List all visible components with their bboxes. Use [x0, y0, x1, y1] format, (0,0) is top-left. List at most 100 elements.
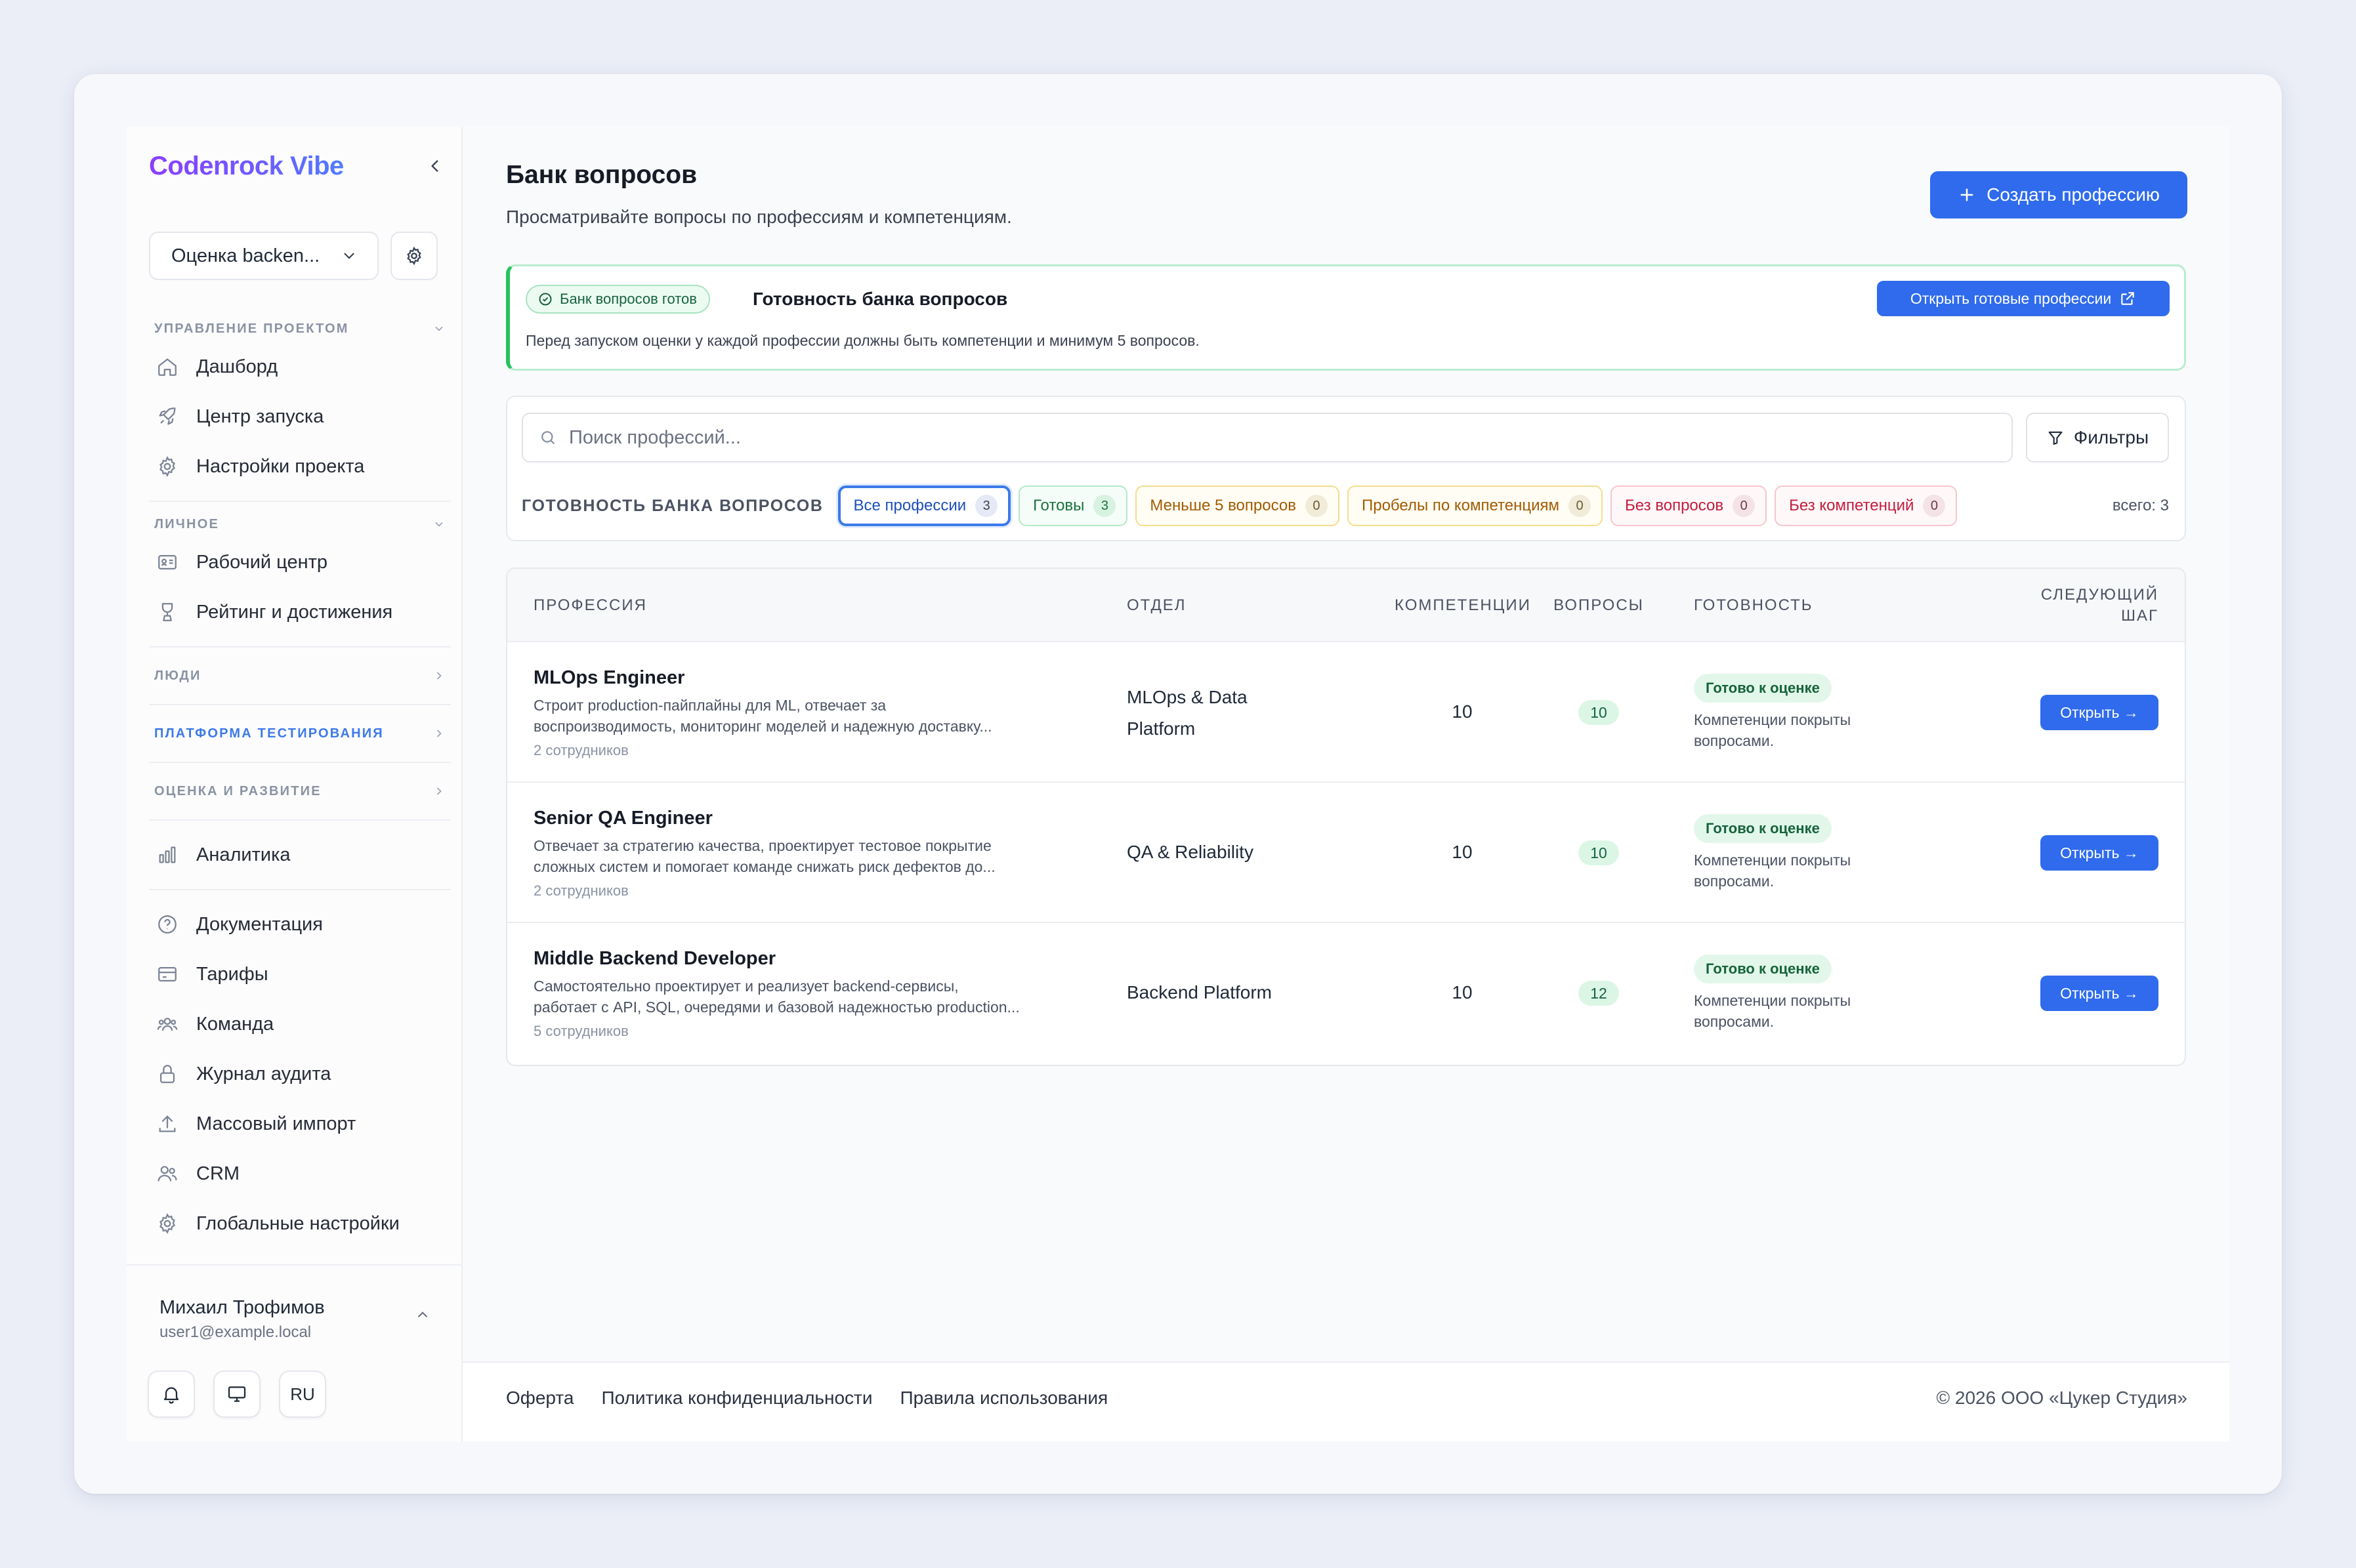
status-description: Компетенции покрыты вопросами.	[1694, 850, 1891, 892]
sidebar-item-audit-log[interactable]: Журнал аудита	[149, 1049, 451, 1099]
sidebar-item-team[interactable]: Команда	[149, 999, 451, 1049]
filters-button[interactable]: Фильтры	[2026, 413, 2169, 463]
col-next-step: Следующий шаг	[2041, 569, 2158, 642]
copyright: © 2026 ООО «Цукер Студия»	[1936, 1388, 2187, 1408]
sidebar-item-label: Тарифы	[196, 963, 268, 985]
chip-no-questions[interactable]: Без вопросов 0	[1610, 485, 1767, 526]
chip-all-professions[interactable]: Все профессии 3	[837, 485, 1011, 526]
gear-icon	[407, 246, 421, 266]
users-icon	[154, 1161, 180, 1187]
table-row[interactable]: MLOps Engineer Строит production-пайплай…	[507, 642, 2185, 783]
open-profession-button[interactable]: Открыть →	[2040, 835, 2158, 871]
section-evaluation[interactable]: Оценка и развитие	[149, 772, 451, 810]
project-settings-button[interactable]	[390, 232, 438, 280]
brand-logo[interactable]: Codenrock Vibe	[149, 152, 344, 181]
section-label: Личное	[154, 516, 220, 531]
employee-count: 2 сотрудников	[534, 882, 629, 899]
sidebar-item-tariffs[interactable]: Тарифы	[149, 949, 451, 999]
section-people[interactable]: Люди	[149, 657, 451, 695]
section-project-management[interactable]: Управление проектом	[149, 316, 451, 342]
col-questions: Вопросы	[1553, 596, 1644, 614]
col-next-step-line2: шаг	[2121, 607, 2158, 625]
sidebar-item-launch-center[interactable]: Центр запуска	[149, 392, 451, 442]
notifications-button[interactable]	[148, 1371, 195, 1418]
search-input[interactable]: Поиск профессий...	[522, 413, 2013, 463]
sidebar-item-bulk-import[interactable]: Массовый импорт	[149, 1099, 451, 1149]
sidebar-item-analytics[interactable]: Аналитика	[149, 830, 451, 880]
open-profession-button[interactable]: Открыть →	[2040, 976, 2158, 1011]
user-actions: RU	[148, 1371, 326, 1418]
sidebar-nav: Управление проектом Дашборд Центр запуск…	[149, 316, 451, 1248]
col-profession: Профессия	[534, 596, 647, 614]
collapse-sidebar-button[interactable]	[419, 150, 451, 182]
chevron-right-icon	[436, 672, 442, 680]
sidebar-item-crm[interactable]: CRM	[149, 1149, 451, 1199]
sidebar-item-dashboard[interactable]: Дашборд	[149, 342, 451, 392]
chip-no-competencies[interactable]: Без компетенций 0	[1775, 485, 1958, 526]
bar-chart-icon	[154, 842, 180, 868]
table-row[interactable]: Senior QA Engineer Отвечает за стратегию…	[507, 783, 2185, 923]
employee-count: 2 сотрудников	[534, 742, 629, 758]
open-profession-button[interactable]: Открыть →	[2040, 695, 2158, 730]
chip-count: 0	[1568, 495, 1591, 517]
department-line: QA & Reliability	[1127, 842, 1253, 862]
profession-description: Самостоятельно проектирует и реализует b…	[534, 976, 1072, 1018]
sidebar-item-project-settings[interactable]: Настройки проекта	[149, 442, 451, 491]
sidebar-item-global-settings[interactable]: Глобальные настройки	[149, 1199, 451, 1248]
status-badge: Готово к оценке	[1694, 814, 1832, 843]
sidebar-item-label: Глобальные настройки	[196, 1212, 400, 1234]
chevron-right-icon	[436, 730, 442, 737]
footer-link-privacy[interactable]: Политика конфиденциальности	[601, 1388, 872, 1409]
status-description: Компетенции покрыты вопросами.	[1694, 709, 1891, 751]
chip-less-than-5[interactable]: Меньше 5 вопросов 0	[1135, 485, 1339, 526]
profession-name: Senior QA Engineer	[534, 808, 713, 829]
chip-competency-gaps[interactable]: Пробелы по компетенциям 0	[1347, 485, 1603, 526]
footer-link-offer[interactable]: Оферта	[506, 1388, 574, 1409]
filter-panel: Поиск профессий... Фильтры Готовность ба…	[506, 396, 2186, 541]
user-name[interactable]: Михаил Трофимов	[159, 1297, 325, 1319]
gear-icon	[154, 453, 180, 480]
readiness-description: Перед запуском оценки у каждой профессии…	[526, 332, 1200, 349]
create-profession-label: Создать профессию	[1987, 184, 2160, 205]
sidebar-item-docs[interactable]: Документация	[149, 899, 451, 949]
col-competencies: Компетенции	[1395, 596, 1531, 614]
table-row[interactable]: Middle Backend Developer Самостоятельно …	[507, 923, 2185, 1063]
home-icon	[154, 354, 180, 380]
status-description-line: вопросами.	[1694, 732, 1775, 749]
chevron-down-icon	[435, 326, 443, 331]
section-personal[interactable]: Личное	[149, 511, 451, 537]
upload-icon	[154, 1111, 180, 1137]
sidebar-item-workspace[interactable]: Рабочий центр	[149, 537, 451, 587]
description-line: воспроизводимость, мониторинг моделей и …	[534, 718, 992, 735]
section-testing-platform[interactable]: Платформа тестирования	[149, 714, 451, 753]
chip-label: Меньше 5 вопросов	[1150, 497, 1296, 514]
display-mode-button[interactable]	[213, 1371, 261, 1418]
footer-link-terms[interactable]: Правила использования	[900, 1388, 1108, 1409]
project-select[interactable]: Оценка backen...	[149, 232, 379, 280]
sidebar-item-label: Команда	[196, 1013, 274, 1035]
id-card-icon	[154, 549, 180, 575]
sidebar-item-rating[interactable]: Рейтинг и достижения	[149, 587, 451, 637]
sidebar-item-label: Центр запуска	[196, 405, 324, 427]
filters-label: Фильтры	[2073, 427, 2149, 447]
chip-count: 0	[1923, 495, 1946, 517]
chip-label: Без вопросов	[1625, 497, 1724, 514]
open-ready-professions-button[interactable]: Открыть готовые профессии	[1877, 281, 2170, 316]
competency-count: 10	[1452, 982, 1473, 1002]
divider	[149, 889, 451, 890]
chip-ready[interactable]: Готовы 3	[1019, 485, 1128, 526]
create-profession-button[interactable]: Создать профессию	[1930, 171, 2187, 218]
readiness-badge-label: Банк вопросов готов	[560, 291, 697, 307]
employee-count: 5 сотрудников	[534, 1023, 629, 1039]
status-description-line: Компетенции покрыты	[1694, 711, 1851, 728]
page-subtitle: Просматривайте вопросы по профессиям и к…	[506, 207, 1012, 227]
chips-label: Готовность банка вопросов	[522, 496, 824, 515]
sidebar-item-label: Рейтинг и достижения	[196, 601, 393, 623]
user-menu-toggle[interactable]	[414, 1306, 431, 1327]
project-select-value: Оценка backen...	[171, 245, 320, 266]
language-button[interactable]: RU	[279, 1371, 326, 1418]
status-description-line: Компетенции покрыты	[1694, 992, 1851, 1009]
page-footer: Оферта Политика конфиденциальности Прави…	[463, 1361, 2229, 1441]
sidebar-item-label: Массовый импорт	[196, 1113, 356, 1134]
status-description-line: Компетенции покрыты	[1694, 852, 1851, 869]
